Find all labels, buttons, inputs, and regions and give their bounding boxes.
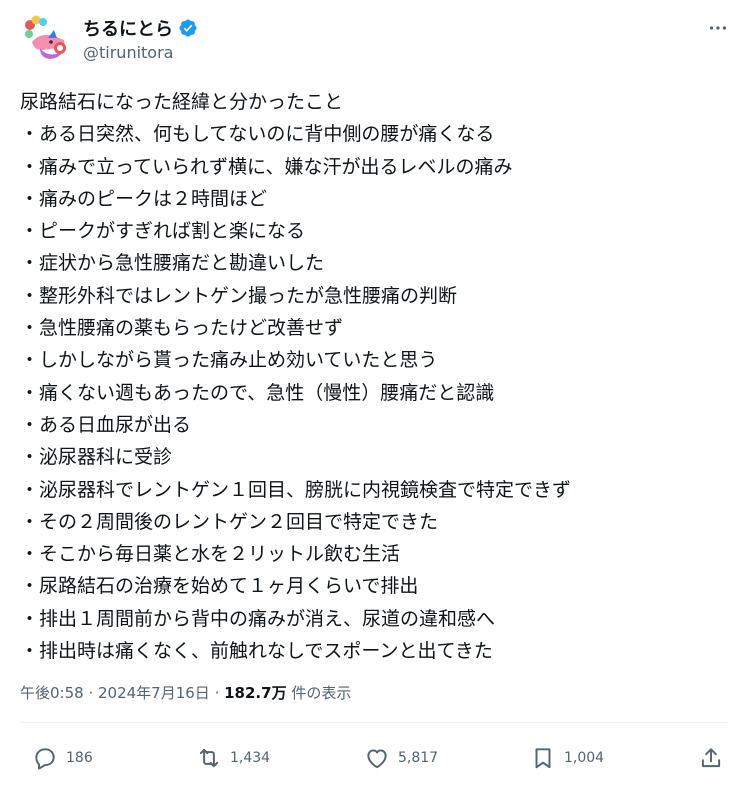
share-button[interactable] (698, 742, 724, 774)
tweet-line: ・痛くない週もあったので、急性（慢性）腰痛だと認識 (20, 381, 495, 404)
tweet-card: ちるにとら @tirunitora 尿路結石になった経緯と分かったこと ・ある日… (0, 0, 748, 787)
tweet-line: ・症状から急性腰痛だと勘違いした (20, 252, 325, 275)
bookmark-count: 1,004 (564, 750, 605, 766)
like-button[interactable]: 5,817 (364, 742, 438, 774)
tweet-line: ・排出時は痛くなく、前触れなしでスポーンと出てきた (20, 640, 493, 663)
tweet-line: ・整形外科ではレントゲン撮ったが急性腰痛の判断 (20, 284, 458, 307)
action-bar: 186 1,434 5,817 1,004 (20, 742, 728, 774)
author-name-row: ちるにとら (83, 15, 198, 41)
tweet-line: ・尿路結石の治療を始めて１ヶ月くらいで排出 (20, 575, 419, 598)
bookmark-icon (530, 745, 556, 771)
tweet-line: ・ある日血尿が出る (20, 413, 192, 436)
tweet-line: ・痛みで立っていられず横に、嫌な汗が出るレベルの痛み (20, 155, 513, 178)
reply-count: 186 (66, 750, 93, 766)
share-icon (698, 745, 724, 771)
bookmark-button[interactable]: 1,004 (530, 742, 604, 774)
reply-icon (32, 745, 58, 771)
tweet-line: ・痛みのピークは２時間ほど (20, 187, 268, 210)
author-handle[interactable]: @tirunitora (83, 43, 173, 62)
tweet-line: ・その２周間後のレントゲン２回目で特定できた (20, 510, 439, 533)
tweet-line: ・そこから毎日薬と水を２リットル飲む生活 (20, 543, 401, 566)
tweet-line: ・泌尿器科でレントゲン１回目、膀胱に内視鏡検査で特定できず (20, 478, 572, 501)
view-count-label: 件の表示 (286, 684, 352, 702)
tweet-meta: 午後0:58 · 2024年7月16日 · 182.7万 件の表示 (20, 682, 351, 703)
divider (20, 722, 728, 723)
verified-badge-icon (178, 18, 198, 38)
tweet-text: 尿路結石になった経緯と分かったこと ・ある日突然、何もしてないのに背中側の腰が痛… (20, 86, 728, 667)
tweet-line: 尿路結石になった経緯と分かったこと (20, 91, 344, 113)
tweet-line: ・ピークがすぎれば割と楽になる (20, 220, 306, 243)
retweet-icon (196, 745, 222, 771)
meta-separator: · (83, 684, 98, 702)
retweet-button[interactable]: 1,434 (196, 742, 270, 774)
heart-icon (364, 745, 390, 771)
avatar-illustration (20, 12, 72, 64)
meta-separator: · (209, 684, 225, 702)
tweet-line: ・急性腰痛の薬もらったけど改善せず (20, 317, 344, 340)
author-display-name[interactable]: ちるにとら (83, 15, 173, 41)
tweet-line: ・泌尿器科に受診 (20, 446, 173, 469)
like-count: 5,817 (398, 750, 439, 766)
avatar[interactable] (20, 12, 72, 64)
tweet-line: ・しかしながら貰った痛み止め効いていたと思う (20, 349, 438, 372)
tweet-line: ・ある日突然、何もしてないのに背中側の腰が痛くなる (20, 123, 495, 146)
tweet-line: ・排出１周間前から背中の痛みが消え、尿道の違和感へ (20, 607, 496, 630)
reply-button[interactable]: 186 (32, 742, 93, 774)
view-count: 182.7万 (224, 684, 287, 702)
retweet-count: 1,434 (230, 750, 271, 766)
more-options-icon[interactable] (704, 14, 732, 42)
tweet-header: ちるにとら @tirunitora (20, 12, 732, 68)
tweet-date[interactable]: 2024年7月16日 (98, 684, 210, 702)
tweet-time[interactable]: 午後0:58 (20, 684, 84, 702)
